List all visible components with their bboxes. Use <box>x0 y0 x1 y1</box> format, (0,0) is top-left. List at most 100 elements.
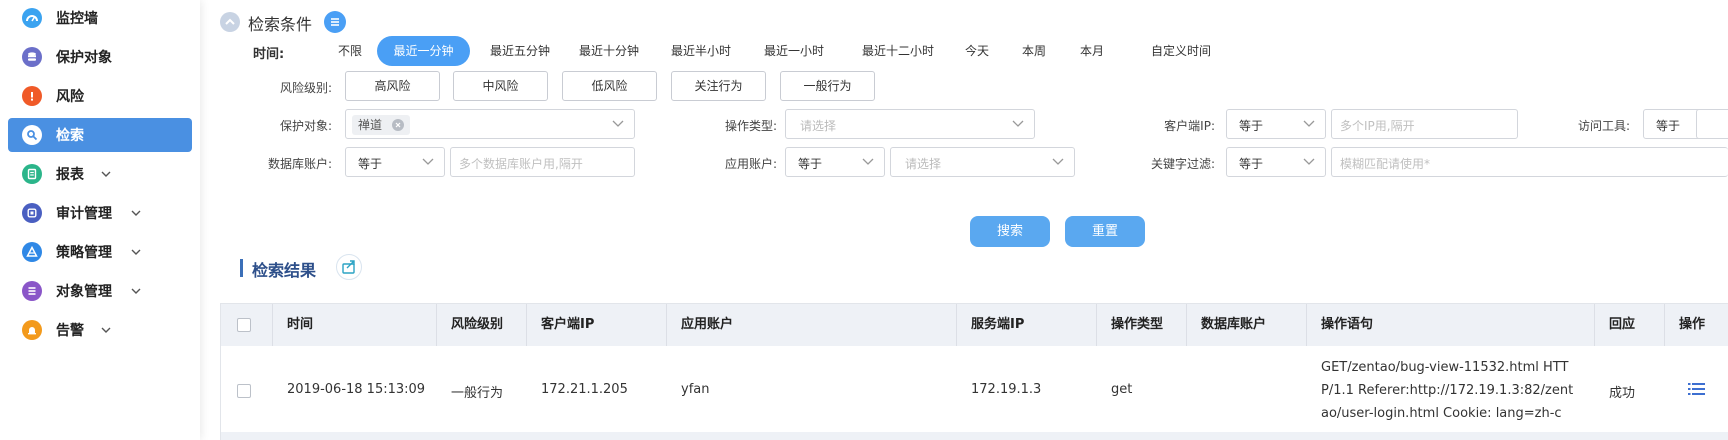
column-header-op-type[interactable]: 操作类型 <box>1111 304 1163 346</box>
collapse-toggle-icon[interactable] <box>220 12 240 32</box>
sidebar-item-search[interactable]: 检索 <box>8 118 192 152</box>
export-icon[interactable] <box>336 254 362 280</box>
time-option-selected[interactable]: 最近一分钟 <box>377 36 470 66</box>
risk-medium-button[interactable]: 中风险 <box>453 71 548 101</box>
cell-op-type: get <box>1111 382 1133 397</box>
policy-icon <box>22 242 42 262</box>
column-header-client-ip[interactable]: 客户端IP <box>541 304 594 346</box>
chevron-down-icon <box>131 210 141 216</box>
chevron-down-icon <box>131 249 141 255</box>
app-account-placeholder: 请选择 <box>905 157 942 171</box>
keyword-filter-label: 关键字过滤: <box>1150 157 1215 171</box>
app-account-select[interactable]: 请选择 <box>890 147 1075 177</box>
keyword-operator-select[interactable]: 等于 <box>1226 147 1326 177</box>
time-option[interactable]: 最近十分钟 <box>568 36 650 66</box>
sidebar-item-audit-management[interactable]: 审计管理 <box>8 196 192 230</box>
sidebar-item-reports[interactable]: 报表 <box>8 157 192 191</box>
chevron-down-icon <box>1303 120 1315 127</box>
access-tool-label: 访问工具: <box>1577 119 1630 133</box>
row-checkbox[interactable] <box>237 384 251 398</box>
column-header-time[interactable]: 时间 <box>287 304 313 346</box>
tag-close-icon[interactable] <box>391 119 404 131</box>
search-icon <box>22 125 42 145</box>
sidebar-item-policy-management[interactable]: 策略管理 <box>8 235 192 269</box>
cell-app-account: yfan <box>681 382 710 397</box>
risk-general-button[interactable]: 一般行为 <box>780 71 875 101</box>
sidebar-item-monitor-wall[interactable]: 监控墙 <box>8 1 192 35</box>
client-ip-operator-select[interactable]: 等于 <box>1226 109 1326 139</box>
operation-type-select[interactable]: 请选择 <box>785 109 1035 139</box>
chevron-down-icon <box>1303 158 1315 165</box>
column-header-statement[interactable]: 操作语句 <box>1321 304 1373 346</box>
db-account-operator-value: 等于 <box>358 157 383 171</box>
app-account-operator-value: 等于 <box>798 157 823 171</box>
time-option[interactable]: 最近五分钟 <box>479 36 561 66</box>
time-option[interactable]: 不限 <box>330 36 370 66</box>
cell-risk: 一般行为 <box>451 386 504 401</box>
time-option[interactable]: 本月 <box>1070 36 1114 66</box>
statement-line: GET/zentao/bug-view-11532.html HTT <box>1321 360 1569 375</box>
column-header-actions: 操作 <box>1679 317 1706 332</box>
chevron-down-icon <box>862 158 874 165</box>
time-option[interactable]: 最近一小时 <box>753 36 835 66</box>
chevron-down-icon <box>1052 158 1064 165</box>
cell-server-ip: 172.19.1.3 <box>971 382 1042 397</box>
sidebar-item-object-management[interactable]: 对象管理 <box>8 274 192 308</box>
chevron-down-icon <box>422 158 434 165</box>
app-account-label: 应用账户: <box>724 157 777 171</box>
chevron-down-icon <box>101 327 111 333</box>
column-header-app-account[interactable]: 应用账户 <box>681 304 733 346</box>
sidebar-item-protected-objects[interactable]: 保护对象 <box>8 40 192 74</box>
protect-object-select[interactable]: 禅道 <box>345 109 635 139</box>
time-option[interactable]: 本周 <box>1012 36 1056 66</box>
app-account-operator-select[interactable]: 等于 <box>785 147 885 177</box>
table-row[interactable]: 2019-06-18 15:13:09 一般行为 172.21.1.205 yf… <box>221 346 1728 432</box>
sidebar-item-label: 报表 <box>56 167 84 183</box>
client-ip-input[interactable]: 多个IP用,隔开 <box>1331 109 1518 139</box>
sidebar: 监控墙 保护对象 风险 检索 报表 审计管理 策略管理 对象管理 告警 <box>0 0 200 440</box>
statement-line: P/1.1 Referer:http://172.19.1.3:82/zent <box>1321 383 1574 398</box>
statement-line: ao/user-login.html Cookie: lang=zh-c <box>1321 406 1562 421</box>
sidebar-item-label: 保护对象 <box>56 50 112 66</box>
alert-icon <box>22 86 42 106</box>
sidebar-item-alarm[interactable]: 告警 <box>8 313 192 347</box>
column-header-db-account[interactable]: 数据库账户 <box>1201 304 1266 346</box>
chevron-down-icon <box>1012 120 1024 127</box>
column-header-response[interactable]: 回应 <box>1609 304 1635 346</box>
details-list-icon[interactable] <box>1687 380 1707 398</box>
main-content: 检索条件 时间: 不限 最近一分钟 最近五分钟 最近十分钟 最近半小时 最近一小… <box>200 0 1728 440</box>
db-account-input[interactable]: 多个数据库账户用,隔开 <box>450 147 635 177</box>
tag-label: 禅道 <box>358 118 383 132</box>
time-option[interactable]: 最近十二小时 <box>852 36 944 66</box>
column-header-risk[interactable]: 风险级别 <box>451 304 503 346</box>
keyword-input[interactable]: 模糊匹配请使用* <box>1331 147 1728 177</box>
column-header-server-ip[interactable]: 服务端IP <box>971 304 1024 346</box>
access-tool-input[interactable] <box>1696 109 1728 139</box>
list-icon <box>22 281 42 301</box>
reset-button[interactable]: 重置 <box>1065 216 1145 247</box>
risk-high-button[interactable]: 高风险 <box>345 71 440 101</box>
chevron-down-icon <box>101 171 111 177</box>
sidebar-item-label: 监控墙 <box>56 11 98 27</box>
chevron-down-icon <box>131 288 141 294</box>
sidebar-item-label: 风险 <box>56 89 84 105</box>
db-account-label: 数据库账户: <box>267 157 332 171</box>
chevron-down-icon <box>612 120 624 127</box>
access-tool-operator-value: 等于 <box>1656 119 1681 133</box>
time-option[interactable]: 今天 <box>955 36 999 66</box>
db-account-operator-select[interactable]: 等于 <box>345 147 445 177</box>
search-button[interactable]: 搜索 <box>970 216 1050 247</box>
risk-low-button[interactable]: 低风险 <box>562 71 657 101</box>
risk-attention-button[interactable]: 关注行为 <box>671 71 766 101</box>
time-option[interactable]: 自定义时间 <box>1133 36 1229 66</box>
select-all-checkbox[interactable] <box>237 318 251 332</box>
results-title-bar <box>240 259 243 277</box>
cell-statement: GET/zentao/bug-view-11532.html HTT P/1.1… <box>1321 356 1591 425</box>
keyword-operator-value: 等于 <box>1239 157 1264 171</box>
audit-icon <box>22 203 42 223</box>
time-option[interactable]: 最近半小时 <box>660 36 742 66</box>
sidebar-item-label: 审计管理 <box>56 206 112 222</box>
sidebar-item-risk[interactable]: 风险 <box>8 79 192 113</box>
protect-object-tag: 禅道 <box>352 115 410 135</box>
menu-icon[interactable] <box>324 11 346 33</box>
